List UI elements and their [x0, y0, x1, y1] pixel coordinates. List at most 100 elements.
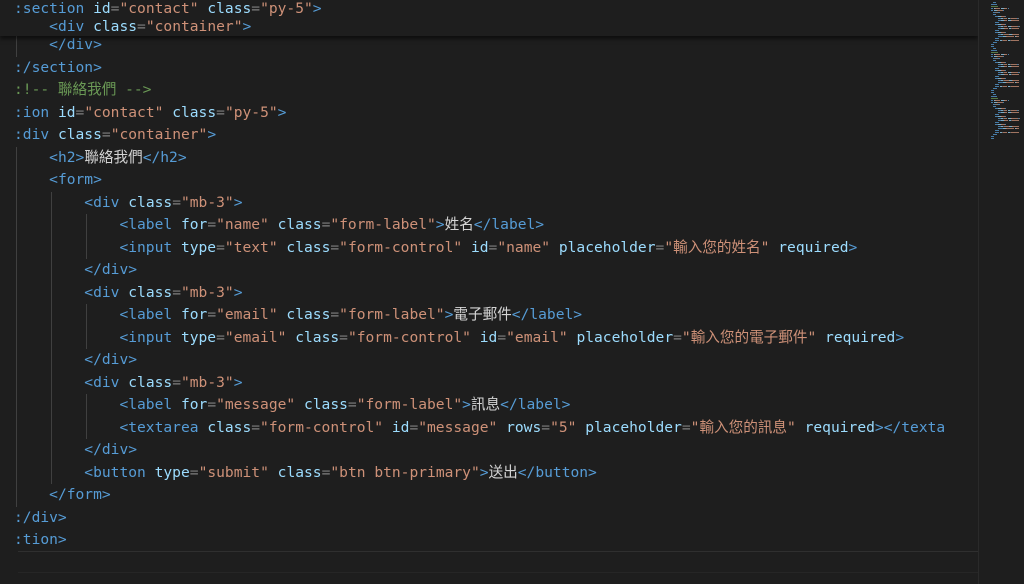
indent-guide: [51, 281, 53, 304]
attribute-token: required: [804, 418, 875, 436]
code-line[interactable]: :!-- 聯絡我們 -->: [0, 79, 945, 102]
punctuation-token: =: [207, 396, 217, 413]
tag-token: :tion>: [14, 531, 67, 548]
code-line[interactable]: <input type="text" class="form-control" …: [0, 236, 945, 259]
minimap-stroke: [997, 18, 1001, 19]
editor-text-area[interactable]: :section id="contact" class="py-5"> <div…: [0, 0, 978, 584]
minimap-stroke: [1003, 126, 1009, 127]
punctuation-token: =: [172, 193, 181, 211]
attribute-token: class: [277, 216, 322, 233]
tag-token: </label>: [511, 306, 583, 323]
code-line[interactable]: :/section>: [0, 57, 945, 80]
minimap-stroke: [1007, 8, 1009, 9]
string-token: "form-label": [356, 396, 463, 413]
sticky-scroll-header[interactable]: :section id="contact" class="py-5"> <div…: [0, 0, 978, 36]
code-line[interactable]: :/div>: [0, 507, 945, 530]
tag-token: :section: [14, 0, 85, 17]
vertical-scrollbar[interactable]: [1014, 0, 1024, 584]
code-line[interactable]: :div class="container">: [0, 124, 945, 147]
indent-guide: [16, 416, 17, 439]
minimap-stroke: [997, 58, 1001, 59]
text-token: 訊息: [470, 396, 501, 413]
punctuation-token: =: [172, 283, 181, 301]
code-line[interactable]: <div class="mb-3">: [0, 371, 945, 394]
code-line[interactable]: </form>: [0, 484, 945, 507]
attribute-token: type: [180, 238, 217, 256]
minimap-stroke: [1003, 110, 1007, 111]
string-token: "py-5": [224, 103, 278, 121]
punctuation-token: =: [251, 418, 261, 436]
indent-guide: [86, 304, 88, 327]
string-token: "message": [216, 396, 296, 413]
code-editor[interactable]: :section id="contact" class="py-5"> <div…: [0, 0, 1024, 584]
punctuation-token: =: [207, 306, 217, 323]
code-line[interactable]: <h2>聯絡我們</h2>: [0, 146, 945, 169]
tag-token: >: [462, 396, 471, 413]
indent-guide: [51, 326, 53, 349]
attribute-token: id: [391, 418, 410, 436]
indent-guide: [16, 34, 17, 57]
indent-guide: [16, 371, 17, 394]
code-line[interactable]: </div>: [0, 34, 945, 57]
indent-guide: [86, 326, 88, 349]
attribute-token: class: [286, 306, 331, 323]
minimap-stroke: [1004, 124, 1006, 125]
code-line[interactable]: <input type="email" class="form-control"…: [0, 326, 945, 349]
string-token: "5": [550, 418, 577, 436]
minimap-stroke: [1004, 32, 1006, 33]
code-line[interactable]: <div class="mb-3">: [0, 191, 945, 214]
attribute-token: placeholder: [558, 238, 656, 256]
minimap-stroke: [997, 36, 1003, 37]
minimap-stroke: [995, 8, 1001, 9]
code-line[interactable]: :ion id="contact" class="py-5">: [0, 102, 945, 125]
attribute-token: class: [295, 328, 340, 346]
code-line[interactable]: </div>: [0, 439, 945, 462]
attribute-token: for: [180, 396, 208, 413]
code-line[interactable]: <div class="container">: [0, 18, 978, 36]
tag-token: <textarea: [119, 418, 199, 436]
string-token: "name": [216, 216, 269, 233]
code-line[interactable]: <button type="submit" class="btn btn-pri…: [0, 461, 945, 484]
string-token: "message": [418, 418, 498, 436]
minimap-stroke: [997, 82, 1003, 83]
code-line[interactable]: <div class="mb-3">: [0, 281, 945, 304]
code-line[interactable]: :tion>: [0, 529, 945, 552]
code-line[interactable]: </div>: [0, 259, 945, 282]
minimap-stroke: [995, 38, 999, 39]
code-line[interactable]: <label for="email" class="form-label">電子…: [0, 304, 945, 327]
attribute-token: for: [180, 306, 208, 323]
minimap-stroke: [1004, 120, 1009, 121]
code-line[interactable]: :section id="contact" class="py-5">: [0, 0, 978, 18]
tag-token: </div>: [84, 351, 138, 368]
minimap-stroke: [1003, 10, 1005, 11]
code-line[interactable]: <label for="message" class="form-label">…: [0, 394, 945, 417]
indent-guide: [16, 439, 17, 462]
code-line[interactable]: <textarea class="form-control" id="messa…: [0, 416, 945, 439]
code-line[interactable]: <label for="name" class="form-label">姓名<…: [0, 214, 945, 237]
minimap-stroke: [997, 104, 1001, 105]
minimap-stroke: [997, 64, 1001, 65]
minimap-stroke: [1004, 112, 1008, 113]
code-line[interactable]: </div>: [0, 349, 945, 372]
minimap-stroke: [993, 88, 998, 89]
minimap-stroke: [991, 96, 997, 97]
string-token: "form-label": [339, 306, 445, 323]
code-line[interactable]: <form>: [0, 169, 945, 192]
string-token: "輸入您的姓名": [664, 238, 770, 256]
indent-guide: [51, 394, 53, 417]
